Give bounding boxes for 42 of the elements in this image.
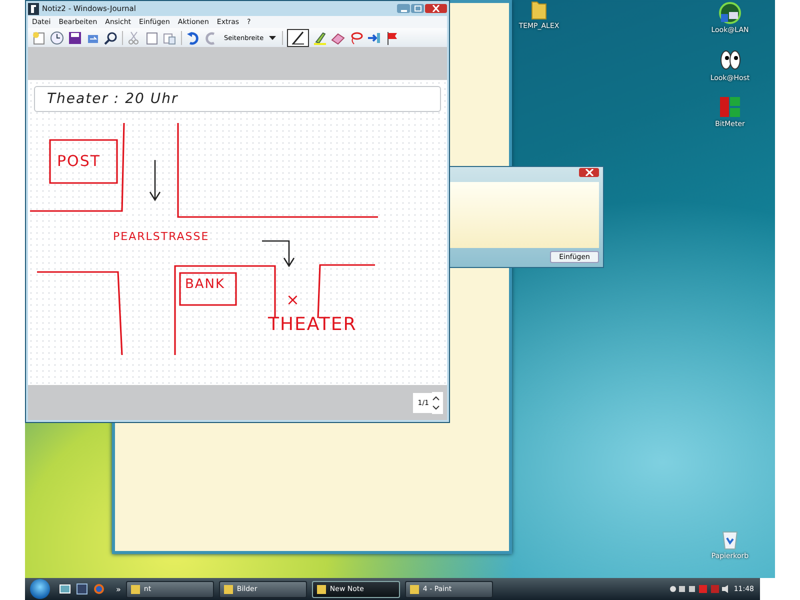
handwritten-title: Theater : 20 Uhr — [47, 91, 178, 107]
handwritten-label: × — [286, 290, 300, 309]
flag-icon[interactable] — [384, 30, 399, 44]
minimize-button[interactable] — [397, 4, 410, 13]
maximize-icon — [414, 5, 422, 12]
handwritten-label: BANK — [185, 277, 226, 292]
pen-tool-button[interactable] — [286, 28, 309, 46]
desktop-icon[interactable] — [59, 583, 71, 595]
system-tray-icons[interactable] — [668, 584, 729, 594]
paste-icon[interactable] — [163, 30, 177, 44]
folder-icon — [316, 584, 326, 594]
start-button[interactable] — [30, 579, 50, 599]
close-icon — [432, 5, 440, 12]
lasso-icon[interactable] — [348, 30, 363, 44]
handwritten-label: THEATER — [268, 314, 357, 335]
close-button[interactable] — [425, 4, 447, 13]
handwritten-label: POST — [57, 152, 101, 170]
folder-icon — [410, 584, 419, 594]
clock-icon[interactable] — [50, 30, 64, 44]
page-stepper[interactable] — [432, 392, 443, 414]
maximize-button[interactable] — [411, 4, 424, 13]
insert-space-icon[interactable] — [366, 30, 381, 44]
eraser-icon[interactable] — [330, 30, 345, 44]
folder-icon — [130, 584, 140, 594]
browser-icon[interactable] — [93, 583, 105, 595]
scissors-icon[interactable] — [127, 30, 141, 44]
undo-icon[interactable] — [186, 30, 200, 44]
clipboard-icon[interactable] — [145, 30, 159, 44]
recycle-bin-icon[interactable] — [722, 530, 738, 550]
folder-icon[interactable] — [530, 0, 548, 20]
overflow-chevron[interactable]: » — [116, 584, 121, 594]
highlighter-icon[interactable] — [312, 30, 327, 44]
note-input-field[interactable] — [448, 182, 599, 248]
close-button[interactable] — [579, 168, 599, 177]
window-switch-icon[interactable] — [76, 583, 88, 595]
folder-icon — [224, 584, 233, 594]
close-icon — [584, 169, 594, 176]
handwritten-label: PEARLSTRASSE — [113, 230, 210, 243]
save-icon[interactable] — [68, 30, 82, 44]
caret-icon — [268, 36, 276, 40]
search-icon[interactable] — [104, 30, 118, 44]
eyes-icon[interactable] — [719, 50, 741, 72]
